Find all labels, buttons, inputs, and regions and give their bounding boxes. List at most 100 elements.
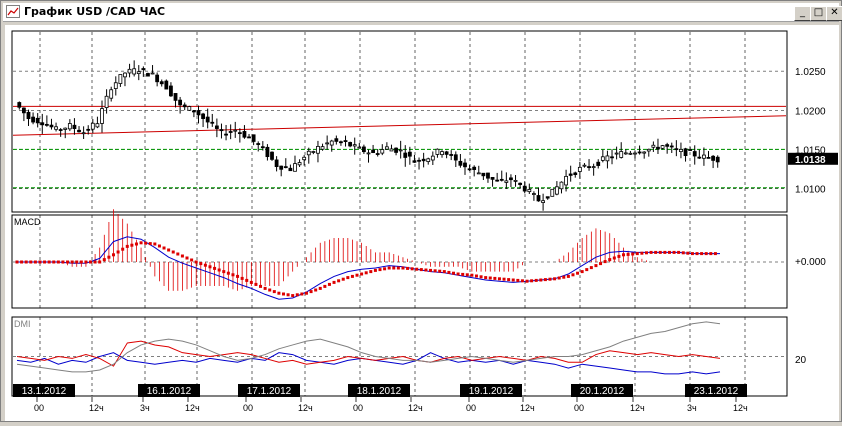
macd-signal-dot	[318, 286, 322, 290]
candle-body	[660, 145, 665, 149]
dmi-label: DMI	[14, 319, 31, 329]
macd-signal-dot	[111, 253, 115, 257]
macd-signal-dot	[704, 252, 708, 256]
macd-signal-dot	[461, 272, 465, 276]
macd-signal-dot	[493, 276, 497, 280]
macd-signal-dot	[576, 271, 580, 275]
candle-body	[150, 72, 155, 75]
macd-signal-dot	[401, 266, 405, 270]
candle-body	[449, 154, 454, 156]
macd-signal-dot	[107, 255, 111, 259]
candle-body	[559, 181, 564, 190]
macd-signal-dot	[617, 254, 621, 258]
candle-body	[596, 161, 601, 166]
macd-signal-dot	[369, 270, 373, 274]
candle-body	[435, 148, 440, 155]
candle-body	[173, 93, 178, 101]
candle-body	[40, 122, 45, 126]
macd-signal-dot	[208, 265, 212, 269]
candle-body	[463, 162, 467, 168]
macd-signal-dot	[479, 275, 483, 279]
macd-signal-dot	[392, 266, 396, 270]
chart-area[interactable]: 1.0250 1.0200 1.0150 1.0100 1.0138 13.1.2012 1…	[5, 25, 839, 421]
macd-signal-dot	[709, 252, 713, 256]
macd-label: MACD	[14, 217, 41, 227]
macd-signal-dot	[337, 279, 341, 283]
candle-body	[541, 200, 546, 203]
date-tag-label: 17.1.2012	[247, 386, 292, 397]
candle-body	[633, 152, 637, 155]
close-button[interactable]: ✕	[826, 6, 842, 21]
candle-body	[224, 133, 228, 136]
macd-signal-dot	[139, 241, 143, 245]
macd-signal-dot	[626, 252, 630, 256]
candle-body	[339, 141, 343, 144]
macd-signal-dot	[341, 277, 345, 281]
macd-signal-dot	[364, 271, 368, 275]
hour-label: 12ч	[89, 403, 104, 413]
candle-body	[196, 110, 201, 116]
chart-window: График USD /CAD ЧАС _ □ ✕ 1.0250 1.0200 1.…	[0, 0, 842, 422]
candle-body	[334, 138, 339, 142]
macd-signal-dot	[470, 273, 474, 277]
price-panel[interactable]	[11, 30, 788, 213]
macd-signal-dot	[75, 260, 79, 264]
candle-body	[509, 177, 513, 181]
candle-body	[357, 146, 362, 149]
macd-signal-dot	[424, 268, 428, 272]
macd-signal-dot	[254, 282, 258, 286]
macd-signal-dot	[690, 252, 694, 256]
macd-signal-dot	[378, 268, 382, 272]
maximize-button[interactable]: □	[810, 6, 827, 21]
hour-label: 12ч	[733, 403, 748, 413]
macd-signal-dot	[429, 268, 433, 272]
macd-panel[interactable]	[11, 214, 788, 309]
candle-body	[95, 123, 100, 128]
candle-body	[49, 124, 54, 128]
macd-signal-dot	[93, 260, 97, 264]
date-tag-label: 19.1.2012	[469, 386, 514, 397]
macd-signal-dot	[525, 279, 529, 283]
candle-body	[371, 149, 375, 153]
candle-body	[325, 142, 330, 145]
macd-signal-dot	[640, 251, 644, 255]
candle-body	[610, 156, 614, 159]
hour-label: 12ч	[630, 403, 645, 413]
macd-signal-dot	[585, 268, 589, 272]
candle-body	[554, 186, 559, 195]
macd-signal-dot	[603, 260, 607, 264]
chart-canvas[interactable]: 1.02501.02001.01501.01001.013813.1.2012 1…	[5, 25, 839, 421]
date-tag-label: 20.1.2012	[580, 386, 625, 397]
candle-body	[564, 175, 568, 186]
candle-body	[665, 144, 670, 147]
candle-body	[646, 148, 651, 152]
candle-body	[316, 146, 320, 154]
macd-signal-dot	[180, 254, 184, 258]
candle-body	[283, 166, 288, 169]
candle-body	[577, 166, 582, 172]
macd-signal-dot	[43, 260, 47, 264]
macd-signal-dot	[539, 278, 543, 282]
candle-body	[274, 159, 279, 168]
macd-signal-dot	[102, 258, 106, 262]
macd-signal-dot	[594, 264, 598, 268]
candle-body	[169, 85, 173, 97]
macd-signal-dot	[608, 258, 612, 262]
candle-body	[113, 82, 118, 89]
minimize-button[interactable]: _	[794, 6, 811, 21]
candle-body	[293, 163, 297, 172]
candle-body	[311, 151, 316, 153]
macd-signal-dot	[61, 260, 65, 264]
macd-signal-dot	[695, 252, 699, 256]
candle-body	[472, 166, 477, 170]
candle-body	[182, 104, 187, 108]
candle-body	[688, 149, 693, 151]
macd-signal-dot	[272, 290, 276, 294]
macd-signal-dot	[268, 288, 272, 292]
candle-body	[54, 126, 58, 130]
candle-body	[146, 73, 150, 77]
title-bar[interactable]: График USD /CAD ЧАС _ □ ✕	[3, 3, 842, 22]
candle-body	[31, 116, 35, 123]
price-tick-label: 1.0250	[795, 67, 826, 78]
candle-body	[86, 128, 91, 131]
